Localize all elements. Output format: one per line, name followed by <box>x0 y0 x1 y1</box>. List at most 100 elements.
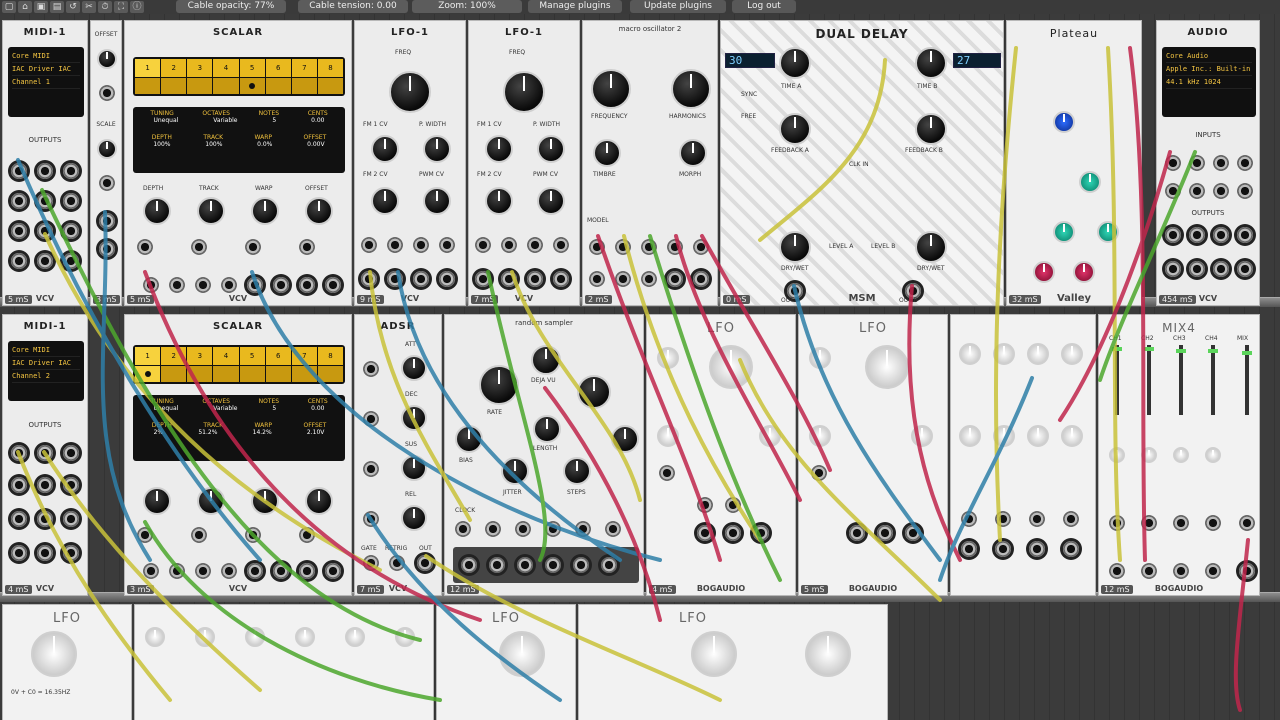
audio-lcd[interactable]: Core Audio Apple Inc.: Built-in 44.1 kHz… <box>1162 47 1256 117</box>
mix4-module[interactable]: MIX4 CH1 CH2 CH3 CH4 MIX BOGAUDIO 12 mS <box>1098 314 1260 596</box>
note-cell[interactable] <box>265 78 291 94</box>
output-jack[interactable] <box>247 563 263 579</box>
cv-jack[interactable] <box>659 465 675 481</box>
t-knob[interactable] <box>611 425 639 453</box>
input-jack[interactable] <box>169 563 185 579</box>
level-cv-jack[interactable] <box>1109 515 1125 531</box>
freq-knob[interactable] <box>503 71 545 113</box>
aux-out-jack[interactable] <box>693 271 709 287</box>
scalar-step-grid[interactable]: 1 2 3 4 5 6 7 8 <box>133 345 345 384</box>
sin-out-jack[interactable] <box>361 271 377 287</box>
cv-jack[interactable] <box>641 239 657 255</box>
note-cell[interactable] <box>239 78 265 94</box>
sine-out[interactable] <box>753 525 769 541</box>
audio-module[interactable]: AUDIO Core Audio Apple Inc.: Built-in 44… <box>1156 20 1260 306</box>
update-plugins-button[interactable]: Update plugins <box>630 0 726 13</box>
offset-knob[interactable] <box>1061 343 1083 365</box>
macro-oscillator-module[interactable]: macro oscillator 2 FREQUENCY HARMONICS T… <box>582 20 718 306</box>
scale-knob[interactable] <box>993 425 1015 447</box>
drywet-b-knob[interactable] <box>915 231 947 263</box>
offset-knob[interactable] <box>1027 343 1049 365</box>
gate-output-jack[interactable] <box>37 445 53 461</box>
feedback-a-knob[interactable] <box>779 113 811 145</box>
sample-rate-icon[interactable]: ⛶ <box>114 1 128 13</box>
offset-out-jack[interactable] <box>99 241 115 257</box>
square-out[interactable] <box>725 525 741 541</box>
rel-cv-jack[interactable] <box>363 511 379 527</box>
bias-knob[interactable] <box>455 425 483 453</box>
offset-in-jack[interactable] <box>99 213 115 229</box>
save-as-icon[interactable]: ▤ <box>50 1 64 13</box>
step-button[interactable]: 4 <box>213 347 239 365</box>
sqr-out-jack[interactable] <box>553 271 569 287</box>
pwm-knob[interactable] <box>423 187 451 215</box>
warp-knob[interactable] <box>251 487 279 515</box>
manage-plugins-button[interactable]: Manage plugins <box>528 0 622 13</box>
adsr-module[interactable]: ADSR ATT DEC SUS REL GATE RETRIG OUT VCV… <box>354 314 442 596</box>
revert-icon[interactable]: ↺ <box>66 1 80 13</box>
input-jack[interactable] <box>1141 563 1157 579</box>
out-jack[interactable] <box>667 271 683 287</box>
offset-module-group[interactable] <box>950 314 1096 596</box>
low-knob[interactable] <box>1053 221 1075 243</box>
note-cell[interactable] <box>213 78 239 94</box>
frequency-knob[interactable] <box>805 631 851 677</box>
aft-output-jack[interactable] <box>11 193 27 209</box>
pw-knob[interactable] <box>911 425 933 447</box>
scale-knob[interactable] <box>657 425 679 447</box>
cv-input-jack[interactable] <box>299 527 315 543</box>
input-jack[interactable] <box>169 277 185 293</box>
note-cell[interactable] <box>187 78 213 94</box>
out-jack[interactable] <box>461 557 477 573</box>
cv-output-jack[interactable] <box>11 445 27 461</box>
cv-jack[interactable] <box>575 521 591 537</box>
pan-knob[interactable] <box>1173 447 1189 463</box>
audio-output-jack[interactable] <box>1237 261 1253 277</box>
new-patch-icon[interactable]: ▢ <box>2 1 16 13</box>
input-jack[interactable] <box>1173 563 1189 579</box>
time-b-knob[interactable] <box>915 47 947 79</box>
output-jack[interactable] <box>299 563 315 579</box>
scale-knob[interactable] <box>1061 425 1083 447</box>
tri-out-jack[interactable] <box>387 271 403 287</box>
note-cell[interactable] <box>135 78 161 94</box>
offset-knob[interactable] <box>305 487 333 515</box>
pan-knob[interactable] <box>1141 447 1157 463</box>
mw-output-jack[interactable] <box>63 193 79 209</box>
zoom-slider[interactable]: Zoom: 100% <box>412 0 522 13</box>
strt-output-jack[interactable] <box>11 511 27 527</box>
sample-jack[interactable] <box>725 497 741 513</box>
ramp-up-out[interactable] <box>849 525 865 541</box>
ch1-fader[interactable] <box>1112 345 1122 415</box>
cv-jack[interactable] <box>605 521 621 537</box>
cv-input-jack[interactable] <box>191 527 207 543</box>
lfo1-module[interactable]: LFO-1 FREQ FM 1 CV P. WIDTH FM 2 CV PWM … <box>354 20 466 306</box>
reset-jack[interactable] <box>697 497 713 513</box>
in-jack[interactable] <box>1063 511 1079 527</box>
audio-output-jack[interactable] <box>1237 227 1253 243</box>
clock-jack[interactable] <box>455 521 471 537</box>
input-jack[interactable] <box>195 277 211 293</box>
pw-output-jack[interactable] <box>37 193 53 209</box>
step-button[interactable]: 2 <box>161 347 187 365</box>
input-jack[interactable] <box>1109 563 1125 579</box>
cv-input-jack[interactable] <box>245 527 261 543</box>
step-button[interactable]: 5 <box>239 59 265 77</box>
input-jack[interactable] <box>221 563 237 579</box>
disconnect-cables-icon[interactable]: ✂ <box>82 1 96 13</box>
mw-output-jack[interactable] <box>63 477 79 493</box>
cv-input-jack[interactable] <box>245 239 261 255</box>
cv-jack[interactable] <box>589 239 605 255</box>
level-cv-jack[interactable] <box>1141 515 1157 531</box>
midi-channel-text[interactable]: Channel 1 <box>12 76 80 89</box>
rate-knob[interactable] <box>479 365 519 405</box>
cable-opacity-slider[interactable]: Cable opacity: 77% <box>176 0 286 13</box>
scalar-module[interactable]: SCALAR 1 2 3 4 5 6 7 8 TUNING OCTAVES NO… <box>124 20 352 306</box>
cable-tension-slider[interactable]: Cable tension: 0.00 <box>298 0 408 13</box>
note-cell[interactable] <box>239 366 265 382</box>
info-icon[interactable]: ⓘ <box>130 1 144 13</box>
lfo1-module[interactable]: LFO-1 FREQ FM 1 CV P. WIDTH FM 2 CV PWM … <box>468 20 580 306</box>
audio-output-jack[interactable] <box>1189 227 1205 243</box>
open-patch-icon[interactable]: ⌂ <box>18 1 32 13</box>
note-cell[interactable] <box>135 366 161 382</box>
